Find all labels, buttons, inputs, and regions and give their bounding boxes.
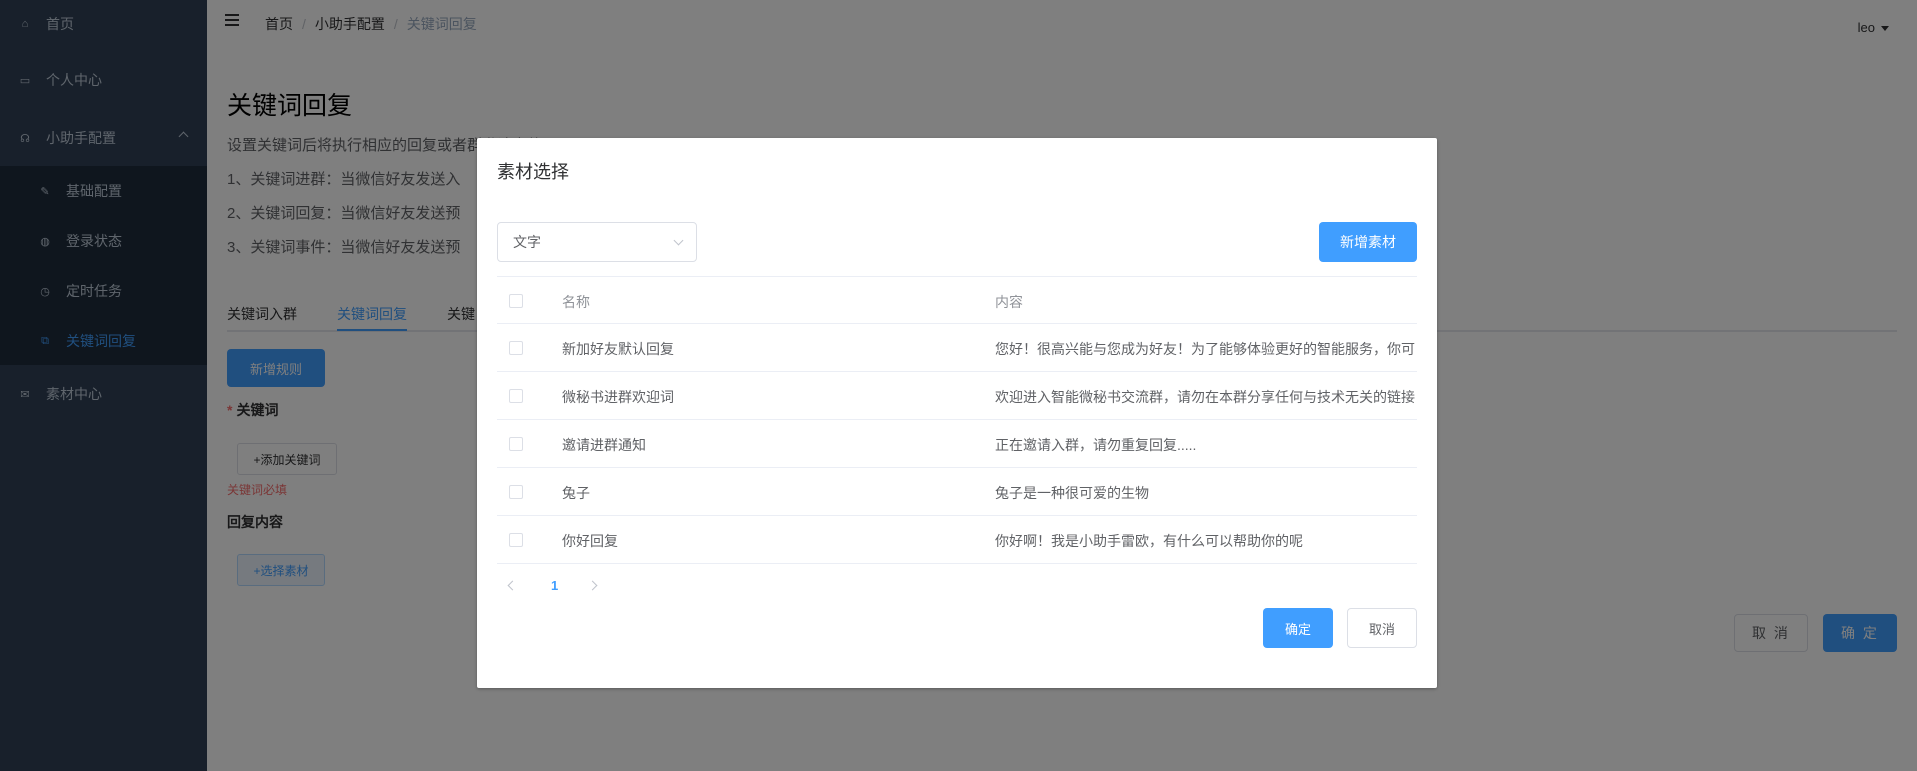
- select-all-checkbox[interactable]: [509, 294, 523, 308]
- row-content: 你好啊！我是小助手雷欧，有什么可以帮助你的呢: [995, 533, 1303, 549]
- page-number[interactable]: 1: [551, 578, 558, 593]
- row-name: 你好回复: [562, 533, 618, 549]
- prev-page-icon[interactable]: [507, 580, 518, 591]
- row-checkbox[interactable]: [509, 437, 523, 451]
- row-name: 邀请进群通知: [562, 437, 646, 453]
- row-content: 您好！很高兴能与您成为好友！为了能够体验更好的智能服务，你可: [995, 341, 1415, 357]
- material-select-dialog: 素材选择 文字 新增素材 名称 内容 新加好友默认回复 您好！很高兴能与您成为好…: [477, 138, 1437, 688]
- table-row[interactable]: 新加好友默认回复 您好！很高兴能与您成为好友！为了能够体验更好的智能服务，你可: [497, 324, 1417, 372]
- row-content: 兔子是一种很可爱的生物: [995, 485, 1149, 501]
- select-value: 文字: [513, 234, 541, 250]
- material-type-select[interactable]: 文字: [497, 222, 697, 262]
- row-checkbox[interactable]: [509, 389, 523, 403]
- row-checkbox[interactable]: [509, 533, 523, 547]
- material-table: 名称 内容 新加好友默认回复 您好！很高兴能与您成为好友！为了能够体验更好的智能…: [497, 276, 1417, 564]
- table-row[interactable]: 微秘书进群欢迎词 欢迎进入智能微秘书交流群，请勿在本群分享任何与技术无关的链接: [497, 372, 1417, 420]
- table-header: 名称 内容: [497, 276, 1417, 324]
- row-name: 新加好友默认回复: [562, 341, 674, 357]
- table-row[interactable]: 兔子 兔子是一种很可爱的生物: [497, 468, 1417, 516]
- column-header-name: 名称: [562, 294, 590, 310]
- row-content: 欢迎进入智能微秘书交流群，请勿在本群分享任何与技术无关的链接: [995, 389, 1415, 405]
- row-content: 正在邀请入群，请勿重复回复.....: [995, 437, 1197, 453]
- chevron-down-icon: [673, 235, 684, 246]
- dialog-title: 素材选择: [497, 162, 569, 182]
- table-row[interactable]: 邀请进群通知 正在邀请入群，请勿重复回复.....: [497, 420, 1417, 468]
- row-checkbox[interactable]: [509, 485, 523, 499]
- pagination: 1: [497, 572, 697, 600]
- row-name: 兔子: [562, 485, 590, 501]
- dialog-confirm-button[interactable]: 确定: [1263, 608, 1333, 648]
- next-page-icon[interactable]: [587, 580, 598, 591]
- row-name: 微秘书进群欢迎词: [562, 389, 674, 405]
- dialog-cancel-button[interactable]: 取消: [1347, 608, 1417, 648]
- column-header-content: 内容: [995, 294, 1023, 310]
- row-checkbox[interactable]: [509, 341, 523, 355]
- table-row[interactable]: 你好回复 你好啊！我是小助手雷欧，有什么可以帮助你的呢: [497, 516, 1417, 564]
- add-material-button[interactable]: 新增素材: [1319, 222, 1417, 262]
